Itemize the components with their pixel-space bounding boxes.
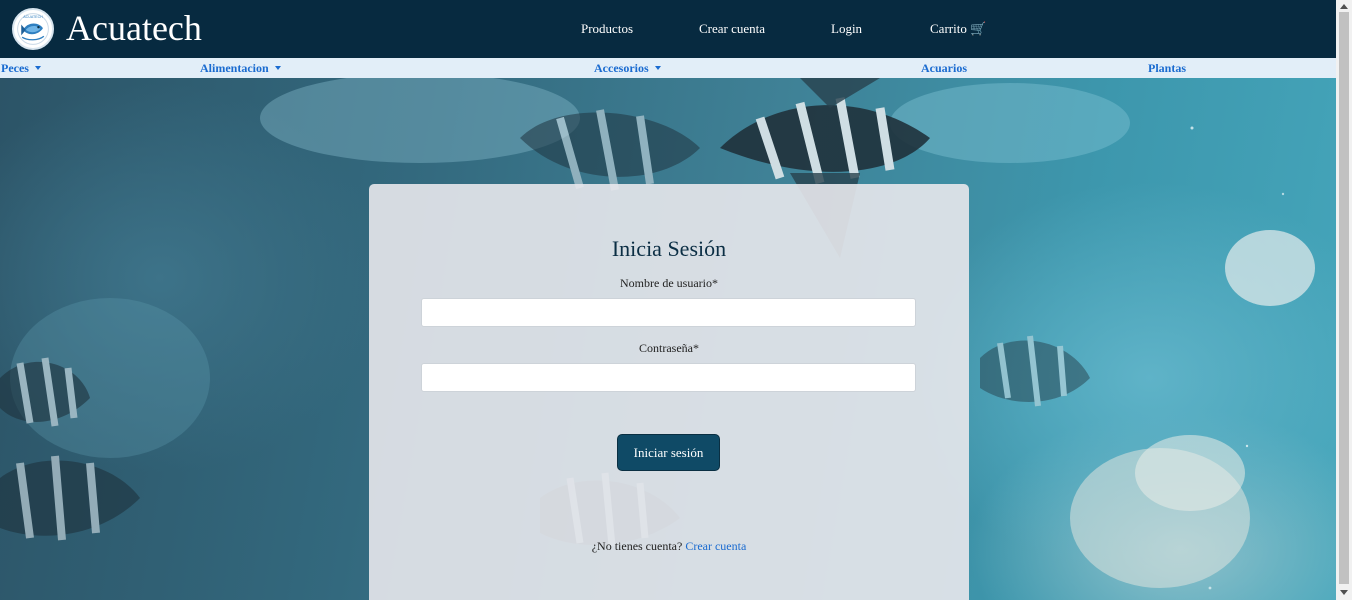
scrollbar-thumb[interactable] bbox=[1339, 12, 1349, 584]
scroll-up-arrow-icon[interactable] bbox=[1340, 4, 1348, 9]
category-label: Peces bbox=[1, 61, 29, 75]
svg-text:ACUATECH: ACUATECH bbox=[23, 15, 43, 19]
signup-prompt-text: ¿No tienes cuenta? bbox=[591, 539, 683, 553]
caret-down-icon bbox=[274, 66, 281, 70]
caret-down-icon bbox=[34, 66, 41, 70]
scroll-down-arrow-icon[interactable] bbox=[1340, 590, 1348, 595]
nav-carrito[interactable]: Carrito 🛒 bbox=[930, 21, 986, 37]
login-submit-button[interactable]: Iniciar sesión bbox=[617, 434, 720, 471]
category-peces[interactable]: Peces bbox=[1, 60, 41, 76]
login-card: Inicia Sesión Nombre de usuario* Contras… bbox=[369, 184, 969, 600]
signup-prompt-line: ¿No tienes cuenta? Crear cuenta bbox=[369, 539, 969, 553]
caret-down-icon bbox=[654, 66, 661, 70]
category-plantas[interactable]: Plantas bbox=[1148, 60, 1186, 76]
brand-logo[interactable]: ACUATECH bbox=[12, 8, 54, 50]
fish-logo-icon: ACUATECH bbox=[14, 10, 52, 48]
category-label: Accesorios bbox=[594, 61, 649, 75]
signup-link[interactable]: Crear cuenta bbox=[685, 539, 746, 553]
password-label: Contraseña* bbox=[639, 341, 699, 355]
nav-crear-cuenta[interactable]: Crear cuenta bbox=[699, 21, 765, 37]
nav-productos[interactable]: Productos bbox=[581, 21, 633, 37]
brand-name[interactable]: Acuatech bbox=[66, 8, 202, 48]
category-accesorios[interactable]: Accesorios bbox=[594, 60, 661, 76]
login-title: Inicia Sesión bbox=[611, 236, 727, 261]
username-label: Nombre de usuario* bbox=[620, 276, 718, 290]
nav-login[interactable]: Login bbox=[831, 21, 862, 37]
category-acuarios[interactable]: Acuarios bbox=[921, 60, 967, 76]
category-alimentacion[interactable]: Alimentacion bbox=[200, 60, 281, 76]
category-bar: Peces Alimentacion Accesorios Acuarios P… bbox=[0, 58, 1336, 78]
username-input[interactable] bbox=[421, 298, 916, 327]
category-label: Alimentacion bbox=[200, 61, 269, 75]
top-navbar: ACUATECH Acuatech Productos Crear cuenta… bbox=[0, 0, 1336, 58]
page-scrollbar[interactable] bbox=[1336, 0, 1352, 600]
password-input[interactable] bbox=[421, 363, 916, 392]
